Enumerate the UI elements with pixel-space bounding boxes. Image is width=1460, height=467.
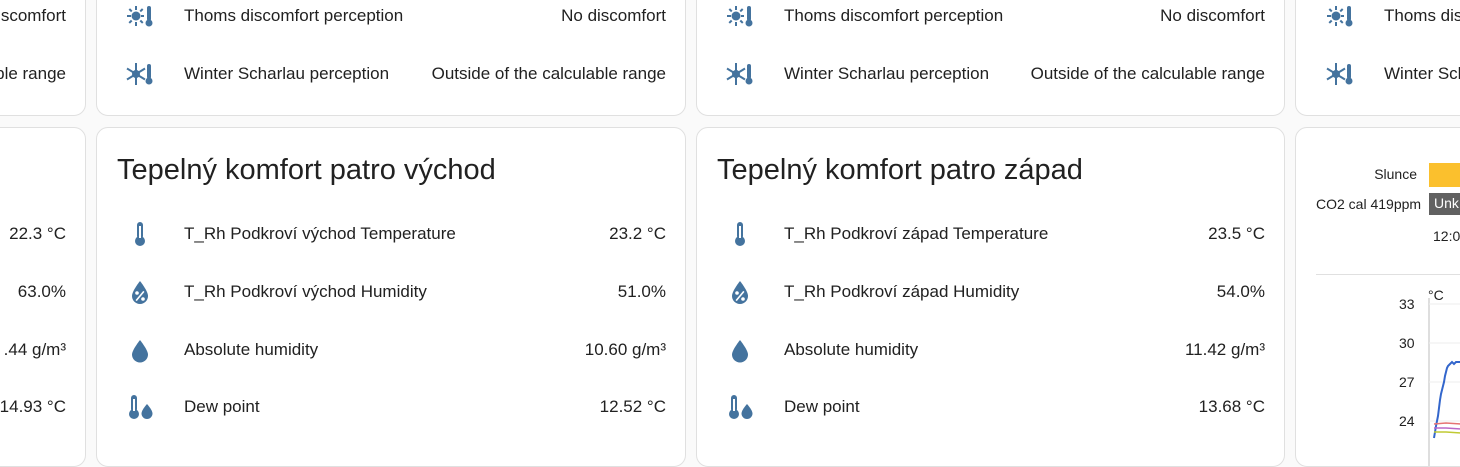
dew-point-row[interactable]: Dew point 12.52 °C bbox=[97, 387, 685, 427]
series-line-temperature bbox=[1433, 360, 1460, 439]
row-label: Dew point bbox=[784, 397, 860, 416]
row-label: Absolute humidity bbox=[184, 340, 319, 359]
sun-thermometer-icon bbox=[1325, 1, 1355, 31]
thoms-row[interactable]: scomfort bbox=[0, 0, 85, 36]
row-value: 10.60 g/m³ bbox=[584, 340, 666, 359]
row-value: Outside of the calculable range bbox=[431, 64, 666, 83]
timeline-label-co2: CO2 cal 419ppm bbox=[1316, 196, 1422, 212]
row-value: 23.5 °C bbox=[1208, 224, 1265, 243]
east-comfort-card: Tepelný komfort patro východ T_Rh Podkro… bbox=[96, 127, 686, 467]
row-label: T_Rh Podkroví západ Temperature bbox=[784, 224, 1049, 243]
absolute-humidity-row[interactable]: Absolute humidity 11.42 g/m³ bbox=[697, 330, 1284, 370]
row-label: T_Rh Podkroví východ Temperature bbox=[184, 224, 456, 243]
y-tick-label: 24 bbox=[1399, 413, 1415, 429]
temperature-row[interactable]: T_Rh Podkroví západ Temperature 23.5 °C bbox=[697, 214, 1284, 254]
y-tick-label: 33 bbox=[1399, 296, 1415, 312]
thermometer-water-icon bbox=[125, 392, 155, 422]
dew-point-row[interactable]: 14.93 °C bbox=[0, 387, 85, 427]
row-value: 22.3 °C bbox=[9, 224, 66, 243]
absolute-humidity-row[interactable]: .44 g/m³ bbox=[0, 330, 85, 370]
row-value: 54.0% bbox=[1216, 282, 1265, 301]
divider bbox=[1316, 274, 1460, 275]
absolute-humidity-row[interactable]: Absolute humidity 10.60 g/m³ bbox=[97, 330, 685, 370]
card-title: Tepelný komfort patro západ bbox=[717, 154, 1083, 186]
row-label: Winter Sch bbox=[1384, 64, 1460, 83]
water-percent-icon bbox=[725, 277, 755, 307]
series-line-pink bbox=[1433, 422, 1460, 425]
row-value: 14.93 °C bbox=[0, 397, 66, 416]
snowflake-thermometer-icon bbox=[1325, 59, 1355, 89]
temperature-row[interactable]: 22.3 °C bbox=[0, 214, 85, 254]
snowflake-thermometer-icon bbox=[125, 59, 155, 89]
thoms-row[interactable]: Thoms discomfort perception No discomfor… bbox=[97, 0, 685, 36]
thermometer-water-icon bbox=[725, 392, 755, 422]
temperature-history-plot[interactable] bbox=[1426, 298, 1460, 467]
west-comfort-card-top: Thoms discomfort perception No discomfor… bbox=[696, 0, 1285, 116]
card-title: Tepelný komfort patro východ bbox=[117, 154, 496, 186]
thoms-row[interactable]: Thoms discomfort perception No discomfor… bbox=[697, 0, 1284, 36]
east-comfort-card-top: Thoms discomfort perception No discomfor… bbox=[96, 0, 686, 116]
scharlau-row[interactable]: Winter Scharlau perception Outside of th… bbox=[697, 54, 1284, 94]
scharlau-row[interactable]: Winter Scharlau perception Outside of th… bbox=[97, 54, 685, 94]
left-partial-card: 22.3 °C 63.0% .44 g/m³ 14.93 °C bbox=[0, 127, 86, 467]
row-label: Thoms discomfort perception bbox=[784, 6, 1004, 25]
right-partial-top-card: Thoms dis Winter Sch bbox=[1295, 0, 1460, 116]
water-drop-icon bbox=[125, 335, 155, 365]
timeline-bar-co2[interactable]: Unk bbox=[1429, 193, 1460, 215]
y-tick-label: 27 bbox=[1399, 374, 1415, 390]
row-label: Thoms discomfort perception bbox=[184, 6, 404, 25]
row-label: Thoms dis bbox=[1384, 6, 1460, 25]
row-value: .44 g/m³ bbox=[3, 340, 66, 359]
thermometer-icon bbox=[125, 219, 155, 249]
row-value: Outside of the calculable range bbox=[1030, 64, 1265, 83]
dew-point-row[interactable]: Dew point 13.68 °C bbox=[697, 387, 1284, 427]
left-partial-top-card: scomfort ble range bbox=[0, 0, 86, 116]
history-graph-card: Slunce CO2 cal 419ppm Unk 12:0 °C 33 30 … bbox=[1295, 127, 1460, 467]
row-value: 23.2 °C bbox=[609, 224, 666, 243]
west-comfort-card: Tepelný komfort patro západ T_Rh Podkrov… bbox=[696, 127, 1285, 467]
temperature-row[interactable]: T_Rh Podkroví východ Temperature 23.2 °C bbox=[97, 214, 685, 254]
series-line-purple bbox=[1434, 427, 1460, 430]
status-badge: Unk bbox=[1434, 195, 1459, 211]
row-value: 13.68 °C bbox=[1198, 397, 1265, 416]
humidity-row[interactable]: T_Rh Podkroví západ Humidity 54.0% bbox=[697, 272, 1284, 312]
timeline-label-slunce: Slunce bbox=[1374, 166, 1417, 182]
thermometer-icon bbox=[725, 219, 755, 249]
row-label: scomfort bbox=[0, 6, 66, 25]
row-value: 11.42 g/m³ bbox=[1184, 340, 1265, 359]
time-tick-label: 12:0 bbox=[1433, 228, 1460, 244]
row-value: No discomfort bbox=[1160, 6, 1265, 25]
sun-thermometer-icon bbox=[125, 1, 155, 31]
humidity-row[interactable]: 63.0% bbox=[0, 272, 85, 312]
row-value: 63.0% bbox=[17, 282, 66, 301]
scharlau-row[interactable]: Winter Sch bbox=[1296, 54, 1460, 94]
water-drop-icon bbox=[725, 335, 755, 365]
water-percent-icon bbox=[125, 277, 155, 307]
row-label: T_Rh Podkroví západ Humidity bbox=[784, 282, 1020, 301]
row-label: Winter Scharlau perception bbox=[184, 64, 390, 83]
row-label: Absolute humidity bbox=[784, 340, 919, 359]
row-label: T_Rh Podkroví východ Humidity bbox=[184, 282, 427, 301]
series-line-olive bbox=[1434, 431, 1460, 434]
row-value: No discomfort bbox=[561, 6, 666, 25]
snowflake-thermometer-icon bbox=[725, 59, 755, 89]
row-value: 12.52 °C bbox=[599, 397, 666, 416]
scharlau-row[interactable]: ble range bbox=[0, 54, 85, 94]
row-label: Winter Scharlau perception bbox=[784, 64, 990, 83]
row-label: ble range bbox=[0, 64, 66, 83]
y-tick-label: 30 bbox=[1399, 335, 1415, 351]
row-label: Dew point bbox=[184, 397, 260, 416]
row-value: 51.0% bbox=[617, 282, 666, 301]
timeline-bar-slunce[interactable] bbox=[1429, 163, 1460, 187]
thoms-row[interactable]: Thoms dis bbox=[1296, 0, 1460, 36]
humidity-row[interactable]: T_Rh Podkroví východ Humidity 51.0% bbox=[97, 272, 685, 312]
sun-thermometer-icon bbox=[725, 1, 755, 31]
